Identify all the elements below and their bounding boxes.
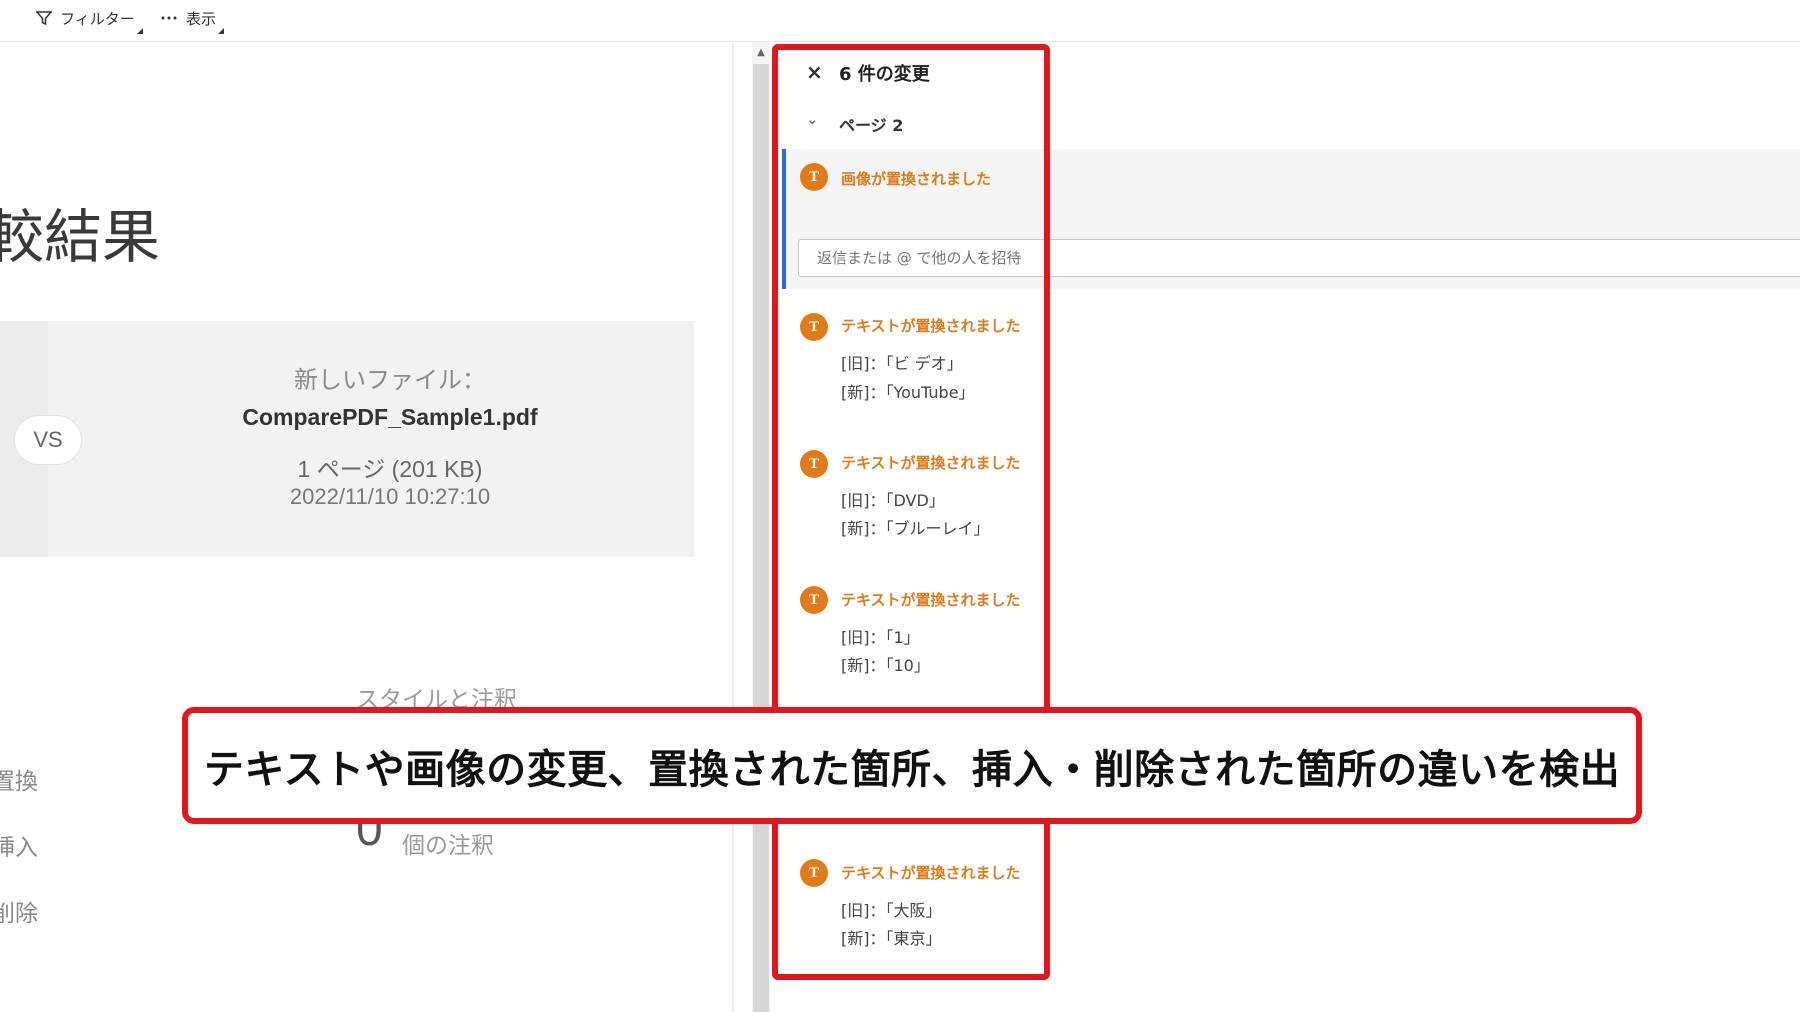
change-title[interactable]: テキストが置換されました <box>841 589 1021 610</box>
text-replace-icon: T <box>800 586 828 614</box>
scrollbar-thumb[interactable] <box>753 64 769 1012</box>
report-title: 較結果 <box>0 203 161 271</box>
view-button[interactable]: 表示 <box>160 4 225 34</box>
scroll-up-arrow-icon[interactable]: ▲ <box>752 44 770 60</box>
more-dots-icon <box>161 16 177 20</box>
change-old-value: [旧]：「1」 <box>841 628 920 647</box>
side-label-replace: 置換 <box>0 769 38 795</box>
selection-indicator <box>782 149 786 289</box>
chevron-down-icon[interactable]: ⌄ <box>806 110 819 128</box>
new-file-pages: 1 ページ (201 KB) <box>297 456 483 482</box>
change-title: 画像が置換されました <box>841 170 992 188</box>
change-new-value: [新]：「東京」 <box>841 929 942 948</box>
reply-input[interactable] <box>798 239 1800 277</box>
annotations-label: 個の注釈 <box>402 833 494 859</box>
change-title[interactable]: テキストが置換されました <box>841 315 1021 336</box>
side-label-delete: 削除 <box>0 901 38 927</box>
new-file-date: 2022/11/10 10:27:10 <box>289 484 491 509</box>
change-old-value: [旧]：「大阪」 <box>841 901 942 920</box>
caption-text: テキストや画像の変更、置換された箇所、挿入・削除された箇所の違いを検出 <box>203 746 1621 793</box>
change-new-value: [新]：「10」 <box>841 656 930 675</box>
change-old-value: [旧]：「DVD」 <box>841 491 945 510</box>
filter-button[interactable]: フィルター <box>36 4 143 34</box>
caption-box: テキストや画像の変更、置換された箇所、挿入・削除された箇所の違いを検出 <box>182 707 1642 824</box>
new-file-name: ComparePDF_Sample1.pdf <box>242 404 538 430</box>
close-icon[interactable]: × <box>806 60 823 84</box>
dropdown-corner-icon <box>136 28 143 34</box>
side-label-insert: 挿入 <box>0 835 38 861</box>
page-group-label[interactable]: ページ 2 <box>839 112 903 136</box>
text-replace-icon: T <box>800 163 828 191</box>
text-replace-icon: T <box>800 859 828 887</box>
change-title[interactable]: テキストが置換されました <box>841 452 1021 473</box>
file-compare-card <box>0 321 694 557</box>
pane-divider <box>732 42 734 1012</box>
vs-badge: VS <box>14 415 82 465</box>
toolbar: フィルター 表示 <box>0 0 1800 42</box>
view-label: 表示 <box>186 9 217 28</box>
filter-icon <box>36 11 52 26</box>
dropdown-corner-icon <box>218 28 225 34</box>
change-new-value: [新]：「ブルーレイ」 <box>841 519 990 538</box>
new-file-label: 新しいファイル： <box>294 366 486 394</box>
change-title[interactable]: テキストが置換されました <box>841 862 1021 883</box>
changes-count-title: 6 件の変更 <box>839 64 930 85</box>
text-replace-icon: T <box>800 450 828 478</box>
filter-label: フィルター <box>60 9 135 28</box>
text-replace-icon: T <box>800 313 828 341</box>
change-old-value: [旧]：「ビ デオ」 <box>841 354 963 373</box>
change-new-value: [新]：「YouTube」 <box>841 383 975 402</box>
